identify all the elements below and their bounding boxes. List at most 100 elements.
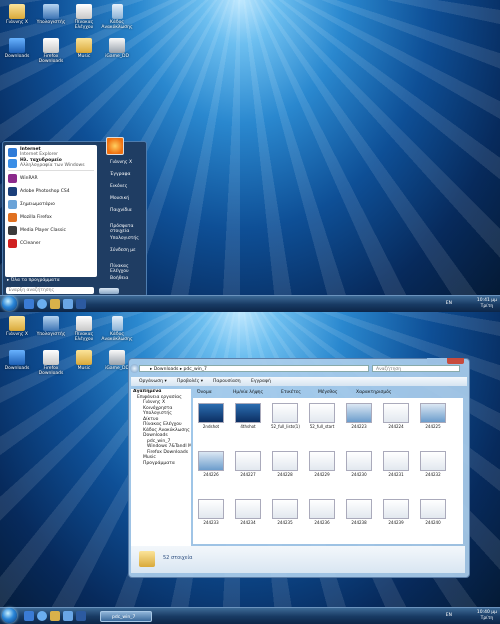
- desktop-icon[interactable]: Firefox Downloads: [34, 38, 68, 64]
- recent-program[interactable]: Σημειωματάριο: [8, 199, 94, 210]
- desktop-icon[interactable]: Κάδος Ανακύκλωσης: [100, 4, 134, 30]
- organize-button[interactable]: Οργάνωση ▾: [139, 377, 167, 386]
- desktop-icon[interactable]: Γιάννης Χ: [0, 316, 34, 337]
- language-indicator[interactable]: EN: [446, 301, 452, 306]
- file-thumbnail[interactable]: 244234: [234, 499, 262, 525]
- column-header[interactable]: Ημ/νία λήψης: [233, 389, 263, 397]
- clock[interactable]: 10:40 μμ Τρίτη: [477, 610, 497, 622]
- recent-program[interactable]: Mozilla Firefox: [8, 212, 94, 223]
- file-thumbnail[interactable]: 4thshot: [234, 403, 262, 429]
- start-orb-button[interactable]: [2, 608, 17, 623]
- minimize-button[interactable]: [427, 358, 437, 364]
- column-header[interactable]: Ετικέτες: [281, 389, 301, 397]
- language-indicator[interactable]: EN: [446, 613, 452, 618]
- start-right-item[interactable]: Εικόνες: [110, 184, 127, 189]
- file-thumbnail[interactable]: 244227: [234, 451, 262, 477]
- desktop-icon[interactable]: Κάδος Ανακύκλωσης: [100, 316, 134, 342]
- start-right-item[interactable]: Υπολογιστής: [110, 236, 139, 241]
- recent-program[interactable]: Adobe Photoshop CS4: [8, 186, 94, 197]
- desktop-icon-label: Γιάννης Χ: [5, 20, 29, 25]
- start-orb-button[interactable]: [2, 296, 17, 311]
- image-preview: [198, 499, 224, 519]
- start-right-item[interactable]: Έγγραφα: [110, 172, 130, 177]
- back-button[interactable]: [130, 364, 139, 373]
- column-header[interactable]: Όνομα: [197, 389, 212, 397]
- all-programs-link[interactable]: ▸ Όλα τα προγράμματα: [7, 278, 60, 283]
- recent-program[interactable]: WinRAR: [8, 173, 94, 184]
- taskbar-window-button[interactable]: pdc_win_7: [100, 611, 152, 622]
- start-search-input[interactable]: Έναρξη αναζήτησης: [6, 287, 94, 294]
- desktop-icon-label: Υπολογιστής: [36, 20, 66, 25]
- file-thumbnail[interactable]: 244225: [419, 403, 447, 429]
- search-input[interactable]: Αναζήτηση: [372, 365, 460, 372]
- show-desktop-icon[interactable]: [24, 299, 34, 309]
- file-thumbnail[interactable]: 244236: [308, 499, 336, 525]
- explorer-icon[interactable]: [50, 299, 60, 309]
- desktop-icon[interactable]: Music: [67, 350, 101, 371]
- nav-item[interactable]: Προγράμματα: [131, 461, 191, 467]
- explorer-icon[interactable]: [50, 611, 60, 621]
- file-thumbnail[interactable]: 52_full_lists(1): [271, 403, 300, 429]
- file-thumbnail[interactable]: 244228: [271, 451, 299, 477]
- desktop-icon[interactable]: Πίνακας Ελέγχου: [67, 4, 101, 30]
- start-right-item[interactable]: Πίνακας Ελέγχου: [110, 264, 143, 274]
- desktop-icon[interactable]: iGame_DD: [100, 38, 134, 59]
- clock[interactable]: 10:41 μμ Τρίτη: [477, 298, 497, 310]
- file-thumbnail[interactable]: 244224: [382, 403, 410, 429]
- file-thumbnail[interactable]: 244235: [271, 499, 299, 525]
- start-right-item[interactable]: Μουσική: [110, 196, 129, 201]
- pinned-program[interactable]: Internet Internet Explorer: [8, 147, 94, 158]
- start-right-item[interactable]: Γιάννης Χ: [110, 160, 132, 165]
- file-thumbnail[interactable]: 244238: [345, 499, 373, 525]
- pinned-program[interactable]: Ηλ. ταχυδρομείο Αλληλογραφία των Windows: [8, 158, 94, 169]
- slideshow-button[interactable]: Παρουσίαση: [213, 377, 241, 386]
- media-icon[interactable]: [76, 299, 86, 309]
- column-header[interactable]: Μέγεθος: [318, 389, 338, 397]
- file-thumbnail[interactable]: 244223: [345, 403, 373, 429]
- messenger-icon[interactable]: [63, 611, 73, 621]
- address-bar[interactable]: ▸ Downloads ▸ pdc_win_7: [139, 365, 369, 372]
- messenger-icon[interactable]: [63, 299, 73, 309]
- internet-explorer-icon[interactable]: [37, 611, 47, 621]
- desktop-icon[interactable]: Πίνακας Ελέγχου: [67, 316, 101, 342]
- file-thumbnail[interactable]: 244239: [382, 499, 410, 525]
- maximize-button[interactable]: [437, 358, 447, 364]
- start-right-item[interactable]: Σύνδεση με: [110, 248, 136, 253]
- desktop-icon[interactable]: Υπολογιστής: [34, 4, 68, 25]
- close-button[interactable]: [447, 358, 464, 364]
- shutdown-button[interactable]: [99, 288, 119, 294]
- media-icon[interactable]: [76, 611, 86, 621]
- file-name: 244223: [351, 424, 367, 429]
- file-thumbnail[interactable]: 244232: [419, 451, 447, 477]
- start-right-item[interactable]: Πρόσφατα στοιχεία: [110, 224, 143, 234]
- all-programs-label: Όλα τα προγράμματα: [10, 278, 60, 283]
- start-right-item[interactable]: Βοήθεια: [110, 276, 128, 281]
- views-button[interactable]: Προβολές ▾: [177, 377, 203, 386]
- file-thumbnail[interactable]: 2ndshot: [197, 403, 225, 429]
- recent-program[interactable]: Media Player Classic: [8, 225, 94, 236]
- file-thumbnail[interactable]: 244231: [382, 451, 410, 477]
- desktop-icon[interactable]: Firefox Downloads: [34, 350, 68, 376]
- file-thumbnail[interactable]: 244229: [308, 451, 336, 477]
- desktop-icon[interactable]: Downloads: [0, 350, 34, 371]
- internet-explorer-icon[interactable]: [37, 299, 47, 309]
- desktop-icon[interactable]: Music: [67, 38, 101, 59]
- file-thumbnail[interactable]: 52_full_start: [308, 403, 336, 429]
- file-thumbnail[interactable]: 244233: [197, 499, 225, 525]
- program-title: WinRAR: [20, 176, 38, 181]
- start-right-item[interactable]: Παιχνίδια: [110, 208, 132, 213]
- file-thumbnail[interactable]: 244226: [197, 451, 225, 477]
- show-desktop-icon[interactable]: [24, 611, 34, 621]
- desktop-icon[interactable]: Υπολογιστής: [34, 316, 68, 337]
- program-icon: [8, 213, 17, 222]
- image-preview: [272, 499, 298, 519]
- file-thumbnail[interactable]: 244240: [419, 499, 447, 525]
- desktop-icon[interactable]: Γιάννης Χ: [0, 4, 34, 25]
- file-thumbnail[interactable]: 244230: [345, 451, 373, 477]
- column-header[interactable]: Χαρακτηρισμός: [356, 389, 392, 397]
- file-name: 244236: [314, 520, 330, 525]
- image-preview: [383, 451, 409, 471]
- burn-button[interactable]: Εγγραφή: [251, 377, 271, 386]
- desktop-icon[interactable]: Downloads: [0, 38, 34, 59]
- recent-program[interactable]: CCleaner: [8, 238, 94, 249]
